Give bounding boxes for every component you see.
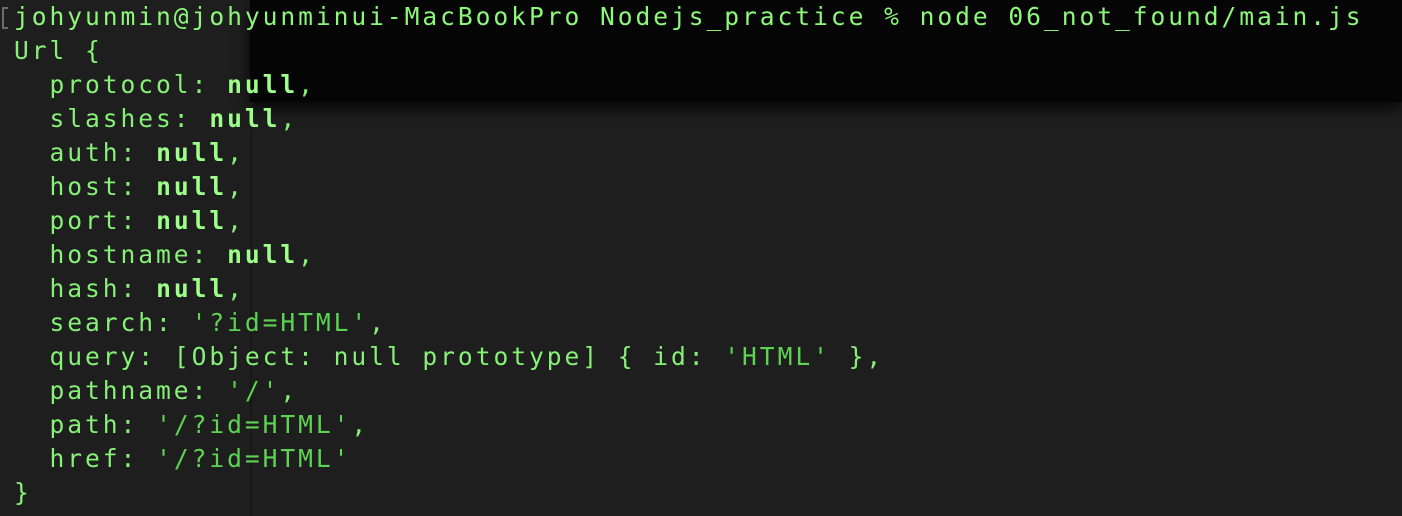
field-comma: , bbox=[351, 410, 370, 439]
field-key: host: bbox=[49, 172, 139, 201]
field-comma: , bbox=[298, 240, 316, 269]
field-key: protocol: bbox=[49, 70, 210, 99]
prompt-symbol: % bbox=[884, 2, 902, 31]
selection-bracket-icon bbox=[2, 7, 8, 29]
field-key: hash: bbox=[49, 274, 139, 303]
field-comma: , bbox=[866, 342, 885, 371]
field-comma: , bbox=[280, 376, 299, 405]
open-brace: { bbox=[85, 36, 103, 65]
field-comma: , bbox=[227, 138, 245, 167]
field-line-protocol: protocol: null, bbox=[14, 68, 316, 102]
field-comma: , bbox=[280, 104, 299, 133]
class-name: Url bbox=[14, 36, 68, 65]
field-key: query: bbox=[49, 342, 157, 371]
field-value: null bbox=[156, 274, 228, 303]
field-line-path: path: '/?id=HTML', bbox=[14, 408, 369, 442]
field-comma: , bbox=[298, 70, 316, 99]
field-value: '?id=HTML' bbox=[191, 308, 370, 337]
field-line-href: href: '/?id=HTML' bbox=[14, 442, 351, 476]
next-prompt-fragment bbox=[14, 510, 46, 516]
field-value: null bbox=[227, 240, 299, 269]
field-line-search: search: '?id=HTML', bbox=[14, 306, 387, 340]
field-comma: , bbox=[369, 308, 387, 337]
field-comma: , bbox=[227, 172, 245, 201]
field-key: port: bbox=[49, 206, 139, 235]
field-value: '/' bbox=[227, 376, 281, 405]
field-key: auth: bbox=[49, 138, 139, 167]
field-comma: , bbox=[227, 206, 245, 235]
field-line-port: port: null, bbox=[14, 204, 245, 238]
field-value: '/?id=HTML' bbox=[156, 444, 352, 473]
field-line-query: query: [Object: null prototype] { id: 'H… bbox=[14, 340, 884, 374]
field-line-hash: hash: null, bbox=[14, 272, 245, 306]
prompt-line: johyunmin@johyunminui-MacBookPro Nodejs_… bbox=[14, 0, 1364, 34]
field-line-auth: auth: null, bbox=[14, 136, 245, 170]
field-value-suffix: } bbox=[830, 342, 867, 371]
object-header-line: Url { bbox=[14, 34, 103, 68]
field-value: null bbox=[156, 206, 228, 235]
field-value: null bbox=[156, 172, 228, 201]
field-line-slashes: slashes: null, bbox=[14, 102, 298, 136]
field-value: null bbox=[209, 104, 281, 133]
field-value: 'HTML' bbox=[724, 342, 831, 371]
field-key: pathname: bbox=[49, 376, 210, 405]
field-key: path: bbox=[49, 410, 139, 439]
prompt-directory: Nodejs_practice bbox=[599, 2, 867, 31]
field-key: search: bbox=[49, 308, 174, 337]
close-brace: } bbox=[14, 478, 32, 507]
field-line-host: host: null, bbox=[14, 170, 245, 204]
field-key: slashes: bbox=[49, 104, 192, 133]
terminal-window[interactable]: johyunmin@johyunminui-MacBookPro Nodejs_… bbox=[0, 0, 1402, 516]
field-value: null bbox=[227, 70, 299, 99]
field-value: null bbox=[156, 138, 228, 167]
field-value: '/?id=HTML' bbox=[156, 410, 352, 439]
field-line-hostname: hostname: null, bbox=[14, 238, 316, 272]
field-value-prefix: [Object: null prototype] { id: bbox=[173, 342, 725, 371]
field-key: hostname: bbox=[49, 240, 210, 269]
prompt-command: node 06_not_found/main.js bbox=[919, 2, 1364, 31]
field-comma: , bbox=[227, 274, 245, 303]
field-key: href: bbox=[49, 444, 139, 473]
field-line-pathname: pathname: '/', bbox=[14, 374, 298, 408]
prompt-user-host: johyunmin@johyunminui-MacBookPro bbox=[14, 2, 583, 31]
